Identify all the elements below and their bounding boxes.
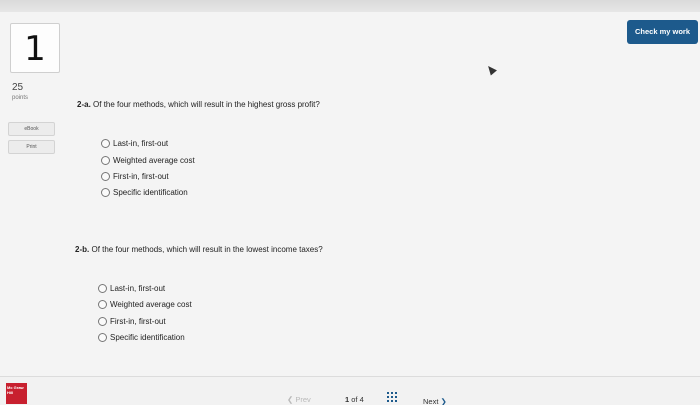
option-label: Weighted average cost [113,156,195,165]
radio-button[interactable] [101,156,110,165]
option-label: Specific identification [113,188,188,197]
page-total: 4 [359,395,364,404]
option-2b-specific-identification[interactable]: Specific identification [98,333,185,342]
radio-button[interactable] [98,284,107,293]
prev-label: Prev [295,395,311,404]
question-2b-label: 2-b. [75,245,90,254]
page-of: of [351,395,358,404]
points-value: 25 [12,82,24,93]
option-2a-weighted-average[interactable]: Weighted average cost [101,156,195,165]
grid-icon[interactable] [387,392,397,402]
option-label: First-in, first-out [110,317,166,326]
question-page: 1 Check my work 25 points eBook Print 2-… [0,12,700,390]
option-label: Last-in, first-out [110,284,166,293]
ebook-button[interactable]: eBook [8,122,55,136]
option-2b-weighted-average[interactable]: Weighted average cost [98,300,192,309]
mouse-cursor-icon [485,63,497,76]
chevron-right-icon: ❯ [440,397,447,405]
option-label: Weighted average cost [110,300,192,309]
print-button[interactable]: Print [8,140,55,154]
question-2b-prompt: 2-b. Of the four methods, which will res… [75,245,323,254]
next-button[interactable]: Next ❯ [423,397,447,405]
option-2a-fifo[interactable]: First-in, first-out [101,172,169,181]
next-label: Next [423,397,439,405]
page-indicator: 1 of 4 [345,395,364,404]
question-2a-label: 2-a. [77,100,91,109]
option-2a-lifo[interactable]: Last-in, first-out [101,139,168,148]
check-my-work-button[interactable]: Check my work [627,20,698,44]
option-label: Last-in, first-out [113,139,169,148]
radio-button[interactable] [101,172,110,181]
option-2b-lifo[interactable]: Last-in, first-out [98,284,165,293]
question-2a-text: Of the four methods, which will result i… [93,100,320,109]
option-2b-fifo[interactable]: First-in, first-out [98,317,166,326]
radio-button[interactable] [101,188,110,197]
option-label: Specific identification [110,333,185,342]
top-toolbar [0,0,700,12]
radio-button[interactable] [98,333,107,342]
points-label: points [12,95,29,101]
page-current: 1 [345,395,350,404]
option-2a-specific-identification[interactable]: Specific identification [101,188,188,197]
radio-button[interactable] [98,300,107,309]
question-2b-text: Of the four methods, which will result i… [91,245,323,254]
question-number: 1 [10,23,60,73]
radio-button[interactable] [98,317,107,326]
prev-button[interactable]: ❮ Prev [287,395,311,404]
mcgraw-hill-logo: Mc Graw Hill [6,383,27,404]
radio-button[interactable] [101,139,110,148]
question-2a-prompt: 2-a. Of the four methods, which will res… [77,100,320,109]
option-label: First-in, first-out [113,172,169,181]
